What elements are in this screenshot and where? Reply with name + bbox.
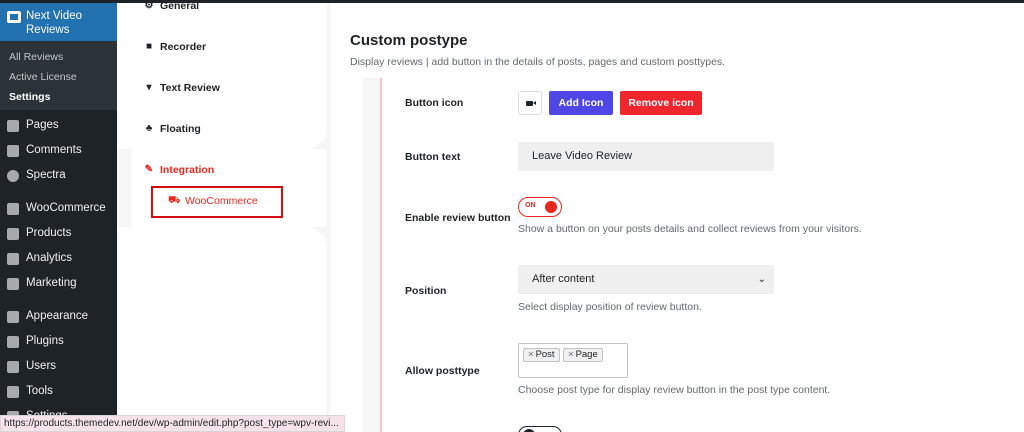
nav-tab-label: Integration xyxy=(160,164,215,176)
nav-tab-recorder[interactable]: ■ Recorder xyxy=(144,41,254,55)
enable-review-toggle[interactable]: ON xyxy=(518,197,562,217)
menu-item-spectra[interactable]: Spectra xyxy=(0,166,117,186)
nav-tab-general[interactable]: ⚙ General xyxy=(144,0,254,14)
menu-item-next-video-reviews[interactable]: Next Video Reviews xyxy=(0,3,117,41)
submenu-settings[interactable]: Settings xyxy=(9,91,50,103)
menu-label: Tools xyxy=(26,385,53,397)
menu-label: Marketing xyxy=(26,277,77,289)
spectra-icon xyxy=(7,170,19,182)
menu-label: Appearance xyxy=(26,310,89,322)
tools-icon xyxy=(7,386,19,398)
nav-tab-integration[interactable]: ✎ Integration xyxy=(144,164,254,178)
users-icon xyxy=(7,361,19,373)
menu-item-users[interactable]: Users xyxy=(0,357,117,377)
gear-icon: ⚙ xyxy=(144,0,154,11)
status-bar-url: https://products.themedev.net/dev/wp-adm… xyxy=(0,415,345,432)
position-select[interactable]: After content ⌄ xyxy=(518,265,774,294)
page-title: Custom postype xyxy=(350,32,468,49)
products-icon xyxy=(7,228,19,240)
enable-review-help: Show a button on your posts details and … xyxy=(518,223,862,235)
plugins-icon xyxy=(7,336,19,348)
marketing-icon xyxy=(7,278,19,290)
position-help: Select display position of review button… xyxy=(518,301,702,313)
remove-tag-icon[interactable]: × xyxy=(568,349,574,360)
menu-item-analytics[interactable]: Analytics xyxy=(0,249,117,269)
button-text-label: Button text xyxy=(405,151,461,163)
nav-tab-label: Recorder xyxy=(160,41,207,53)
posttype-tag-page[interactable]: × Page xyxy=(563,348,603,362)
position-select-value: After content xyxy=(532,273,595,285)
enable-review-label: Enable review button xyxy=(405,212,511,224)
button-text-input[interactable]: Leave Video Review xyxy=(518,142,774,171)
plugin-submenu: All Reviews Active License Settings xyxy=(0,41,117,110)
speech-bubble-icon: ▾ xyxy=(146,82,152,93)
toggle-knob xyxy=(545,201,557,213)
remove-icon-button[interactable]: Remove icon xyxy=(620,91,702,115)
nav-subtab-label: WooCommerce xyxy=(185,195,258,207)
plug-icon: ✎ xyxy=(144,164,154,175)
nav-tab-label: General xyxy=(160,0,200,12)
submenu-active-license[interactable]: Active License xyxy=(9,71,77,83)
menu-label: Analytics xyxy=(26,252,73,264)
nav-tab-text-review[interactable]: ▾ Text Review xyxy=(144,82,254,96)
menu-label: Spectra xyxy=(26,169,66,181)
tag-label: Page xyxy=(575,349,598,360)
button-icon-preview[interactable] xyxy=(518,91,542,115)
wp-admin-sidebar: Next Video Reviews All Reviews Active Li… xyxy=(0,0,117,432)
menu-label: Users xyxy=(26,360,57,372)
nav-tab-floating[interactable]: ♣ Floating xyxy=(144,123,254,137)
add-icon-button[interactable]: Add Icon xyxy=(549,91,613,115)
menu-item-woocommerce[interactable]: WooCommerce xyxy=(0,199,117,219)
video-reviews-icon xyxy=(7,11,21,23)
menu-label: Pages xyxy=(26,119,59,131)
menu-item-appearance[interactable]: Appearance xyxy=(0,307,117,327)
allow-posttype-label: Allow posttype xyxy=(405,365,480,377)
cluster-icon: ♣ xyxy=(145,123,153,134)
nav-tab-label: Floating xyxy=(160,123,201,135)
page-subtitle: Display reviews | add button in the deta… xyxy=(350,56,726,68)
menu-label: WooCommerce xyxy=(26,202,106,214)
woocommerce-icon xyxy=(7,203,19,215)
menu-item-comments[interactable]: Comments xyxy=(0,141,117,161)
pages-icon xyxy=(7,120,19,132)
menu-item-marketing[interactable]: Marketing xyxy=(0,274,117,294)
video-camera-icon xyxy=(526,101,536,106)
next-row-toggle[interactable] xyxy=(518,426,562,432)
comments-icon xyxy=(7,145,19,157)
menu-item-tools[interactable]: Tools xyxy=(0,382,117,402)
remove-tag-icon[interactable]: × xyxy=(528,349,534,360)
allow-posttype-help: Choose post type for display review butt… xyxy=(518,384,831,396)
plugin-menu-title: Next Video Reviews xyxy=(26,10,83,36)
video-camera-icon: ■ xyxy=(145,41,153,52)
position-label: Position xyxy=(405,285,447,297)
posttype-tag-post[interactable]: × Post xyxy=(523,348,560,362)
menu-item-pages[interactable]: Pages xyxy=(0,116,117,136)
menu-label: Plugins xyxy=(26,335,64,347)
button-icon-label: Button icon xyxy=(405,97,464,109)
menu-item-plugins[interactable]: Plugins xyxy=(0,332,117,352)
toggle-state-text: ON xyxy=(525,202,536,209)
menu-label: Products xyxy=(26,227,72,239)
allow-posttype-multiselect[interactable]: × Post × Page xyxy=(518,343,628,378)
settings-nav-card-lower xyxy=(117,227,327,432)
submenu-all-reviews[interactable]: All Reviews xyxy=(9,51,63,63)
nav-subtab-woocommerce[interactable]: ⛟ WooCommerce xyxy=(168,195,268,209)
chevron-down-icon: ⌄ xyxy=(757,274,766,285)
analytics-icon xyxy=(7,253,19,265)
tag-label: Post xyxy=(535,349,555,360)
appearance-icon xyxy=(7,311,19,323)
menu-label: Comments xyxy=(26,144,82,156)
settings-panel-inner xyxy=(380,78,990,432)
nav-tab-label: Text Review xyxy=(160,82,220,94)
cart-icon: ⛟ xyxy=(168,195,181,206)
menu-item-products[interactable]: Products xyxy=(0,224,117,244)
